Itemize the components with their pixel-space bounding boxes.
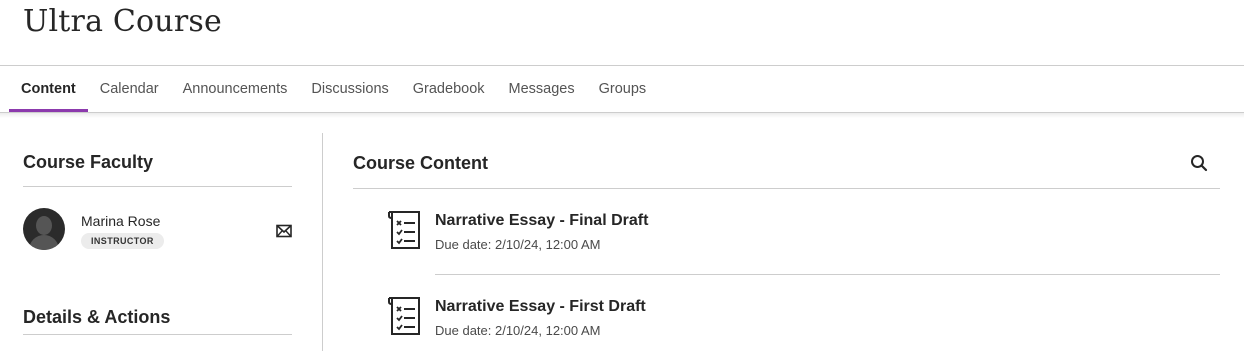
tabs-shadow — [0, 113, 1244, 118]
tab-gradebook[interactable]: Gradebook — [401, 66, 497, 112]
content-item[interactable]: Narrative Essay - Final Draft Due date: … — [353, 189, 1220, 275]
search-icon[interactable] — [1190, 154, 1208, 172]
course-content-panel: Course Content Narrative Essay - Final D… — [353, 133, 1220, 361]
tab-content[interactable]: Content — [9, 66, 88, 112]
avatar-head — [36, 216, 52, 235]
tab-messages[interactable]: Messages — [497, 66, 587, 112]
content-item[interactable]: Narrative Essay - First Draft Due date: … — [353, 275, 1220, 361]
tab-discussions[interactable]: Discussions — [299, 66, 400, 112]
course-content-heading: Course Content — [353, 133, 1220, 189]
faculty-name[interactable]: Marina Rose — [81, 213, 160, 229]
column-divider — [322, 133, 323, 351]
mail-icon[interactable] — [276, 224, 292, 238]
course-tabs: Content Calendar Announcements Discussio… — [9, 66, 658, 112]
tab-groups[interactable]: Groups — [587, 66, 659, 112]
assignment-checklist-icon — [388, 297, 420, 335]
course-content-heading-label: Course Content — [353, 153, 488, 173]
assignment-checklist-icon — [388, 211, 420, 249]
tab-announcements[interactable]: Announcements — [171, 66, 300, 112]
content-item-title[interactable]: Narrative Essay - First Draft — [435, 298, 646, 316]
content-item-title[interactable]: Narrative Essay - Final Draft — [435, 212, 648, 230]
details-actions-heading[interactable]: Details & Actions — [23, 293, 292, 335]
left-column: Course Faculty Marina Rose INSTRUCTOR De… — [23, 133, 292, 335]
avatar-body — [29, 235, 59, 250]
course-faculty-heading: Course Faculty — [23, 133, 292, 187]
content-item-due-date: Due date: 2/10/24, 12:00 AM — [435, 323, 601, 338]
tab-calendar[interactable]: Calendar — [88, 66, 171, 112]
course-title: Ultra Course — [23, 4, 222, 39]
avatar[interactable] — [23, 208, 65, 250]
faculty-member: Marina Rose INSTRUCTOR — [23, 187, 292, 262]
role-badge: INSTRUCTOR — [81, 233, 164, 249]
content-item-due-date: Due date: 2/10/24, 12:00 AM — [435, 237, 601, 252]
